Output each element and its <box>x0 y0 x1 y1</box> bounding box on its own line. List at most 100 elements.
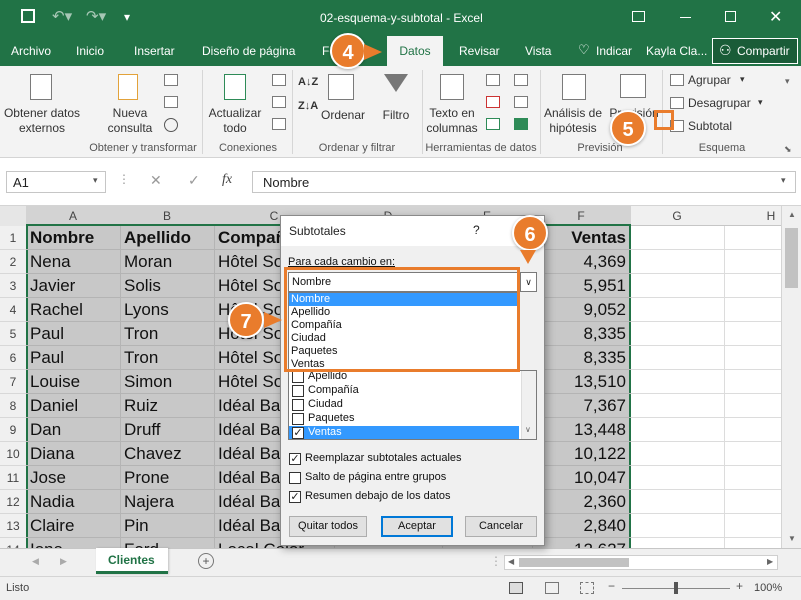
row-header[interactable]: 1 <box>0 226 26 250</box>
cell-a2[interactable]: Nena <box>30 250 118 274</box>
insert-function-icon[interactable]: fx <box>222 172 232 188</box>
tab-datos[interactable]: Datos <box>387 36 443 66</box>
cell-f11[interactable]: 10,047 <box>536 466 626 490</box>
recent-sources-icon[interactable] <box>164 118 178 132</box>
row-header[interactable]: 2 <box>0 250 26 274</box>
row-header[interactable]: 4 <box>0 298 26 322</box>
cell-f8[interactable]: 7,367 <box>536 394 626 418</box>
cell-f5[interactable]: 8,335 <box>536 322 626 346</box>
cell-a5[interactable]: Paul <box>30 322 118 346</box>
row-header[interactable]: 7 <box>0 370 26 394</box>
cell-b4[interactable]: Lyons <box>124 298 212 322</box>
page-break-icon[interactable] <box>580 582 594 594</box>
cell-a8[interactable]: Daniel <box>30 394 118 418</box>
sort-za-icon[interactable]: Z↓A <box>298 100 318 112</box>
checkbox-salto[interactable] <box>289 472 301 484</box>
cell-b13[interactable]: Pin <box>124 514 212 538</box>
cell-a7[interactable]: Louise <box>30 370 118 394</box>
list-scrollbar[interactable]: ∨ <box>521 371 536 439</box>
redo-icon[interactable]: ↷▾ <box>86 7 106 25</box>
new-query-button[interactable]: Nueva consulta <box>100 66 160 142</box>
chevron-down-icon[interactable]: ∨ <box>525 425 531 434</box>
cell-f7[interactable]: 13,510 <box>536 370 626 394</box>
data-model-icon[interactable] <box>514 118 528 130</box>
scroll-thumb[interactable] <box>785 228 798 288</box>
cell-b7[interactable]: Simon <box>124 370 212 394</box>
cell-b8[interactable]: Ruiz <box>124 394 212 418</box>
cell-b14[interactable]: Ford <box>124 538 212 548</box>
what-if-analysis-button[interactable]: Análisis de hipótesis <box>542 66 604 142</box>
refresh-all-button[interactable]: Actualizar todo <box>204 66 266 142</box>
connections-icon[interactable] <box>272 74 286 86</box>
zoom-out-icon[interactable]: − <box>608 579 615 593</box>
cell-f2[interactable]: 4,369 <box>536 250 626 274</box>
page-layout-icon[interactable] <box>545 582 559 594</box>
cell-b6[interactable]: Tron <box>124 346 212 370</box>
cell-b2[interactable]: Moran <box>124 250 212 274</box>
cell-a6[interactable]: Paul <box>30 346 118 370</box>
zoom-level[interactable]: 100% <box>754 582 782 594</box>
tab-inicio[interactable]: Inicio <box>76 44 104 58</box>
cell-a10[interactable]: Diana <box>30 442 118 466</box>
formula-input[interactable]: Nombre ▾ <box>252 171 796 193</box>
add-sheet-icon[interactable]: + <box>198 553 214 569</box>
checkbox-compania[interactable] <box>292 385 304 397</box>
share-button[interactable]: ⚇ Compartir <box>712 38 798 64</box>
enter-icon[interactable]: ✓ <box>188 172 200 189</box>
checkbox-resumen[interactable]: ✓ <box>289 491 301 503</box>
checkbox-ventas[interactable]: ✓ <box>292 427 304 439</box>
ok-button[interactable]: Aceptar <box>381 516 453 537</box>
group-button[interactable]: Agrupar ▾ <box>668 71 764 89</box>
from-table-icon[interactable] <box>164 96 178 108</box>
next-sheet-icon[interactable]: ▶ <box>60 556 67 567</box>
user-name[interactable]: Kayla Cla... <box>646 44 707 58</box>
edit-links-icon[interactable] <box>272 118 286 130</box>
row-header[interactable]: 6 <box>0 346 26 370</box>
sort-az-icon[interactable]: A↓Z <box>298 76 318 88</box>
row-header[interactable]: 11 <box>0 466 26 490</box>
tab-insertar[interactable]: Insertar <box>134 44 175 58</box>
properties-icon[interactable] <box>272 96 286 108</box>
prev-sheet-icon[interactable]: ◀ <box>32 556 39 567</box>
cell-b3[interactable]: Solis <box>124 274 212 298</box>
checkbox-ciudad[interactable] <box>292 399 304 411</box>
checkbox-reemplazar[interactable]: ✓ <box>289 453 301 465</box>
cell-a1[interactable]: Nombre <box>30 226 118 250</box>
cell-b5[interactable]: Tron <box>124 322 212 346</box>
consolidate-icon[interactable] <box>514 74 528 86</box>
chevron-down-icon[interactable]: ∨ <box>520 273 536 291</box>
text-to-columns-button[interactable]: Texto en columnas <box>424 66 480 142</box>
cell-f9[interactable]: 13,448 <box>536 418 626 442</box>
expand-formula-icon[interactable]: ▾ <box>781 175 786 186</box>
subtotal-button[interactable]: Subtotal <box>668 117 764 135</box>
cell-a13[interactable]: Claire <box>30 514 118 538</box>
scroll-left-icon[interactable]: ◀ <box>508 557 514 566</box>
collapse-ribbon-icon[interactable]: ▾ <box>785 76 790 87</box>
row-header[interactable]: 5 <box>0 322 26 346</box>
vertical-scrollbar[interactable]: ▲ ▼ <box>781 206 801 548</box>
cell-f3[interactable]: 5,951 <box>536 274 626 298</box>
name-box[interactable]: A1 ▾ <box>6 171 106 193</box>
scroll-up-icon[interactable]: ▲ <box>788 210 796 219</box>
cell-f10[interactable]: 10,122 <box>536 442 626 466</box>
cell-f13[interactable]: 2,840 <box>536 514 626 538</box>
row-header[interactable]: 8 <box>0 394 26 418</box>
row-header[interactable]: 3 <box>0 274 26 298</box>
tab-vista[interactable]: Vista <box>525 44 551 58</box>
sort-button[interactable]: Ordenar <box>318 66 368 142</box>
ribbon-display-icon[interactable] <box>632 11 645 22</box>
flash-fill-icon[interactable] <box>486 74 500 86</box>
page-break-label[interactable]: Salto de página entre grupos <box>305 471 446 483</box>
tab-diseno-pagina[interactable]: Diseño de página <box>202 44 295 58</box>
cell-f6[interactable]: 8,335 <box>536 346 626 370</box>
save-icon[interactable] <box>21 9 35 23</box>
cell-b12[interactable]: Najera <box>124 490 212 514</box>
cell-a3[interactable]: Javier <box>30 274 118 298</box>
row-header[interactable]: 14 <box>0 538 26 548</box>
show-queries-icon[interactable] <box>164 74 178 86</box>
col-header-f[interactable]: F <box>532 209 630 223</box>
maximize-icon[interactable] <box>725 11 736 22</box>
get-external-data-button[interactable]: Obtener datos externos <box>0 66 84 142</box>
resize-handle-icon[interactable]: ⋮ <box>118 172 130 186</box>
relationships-icon[interactable] <box>514 96 528 108</box>
